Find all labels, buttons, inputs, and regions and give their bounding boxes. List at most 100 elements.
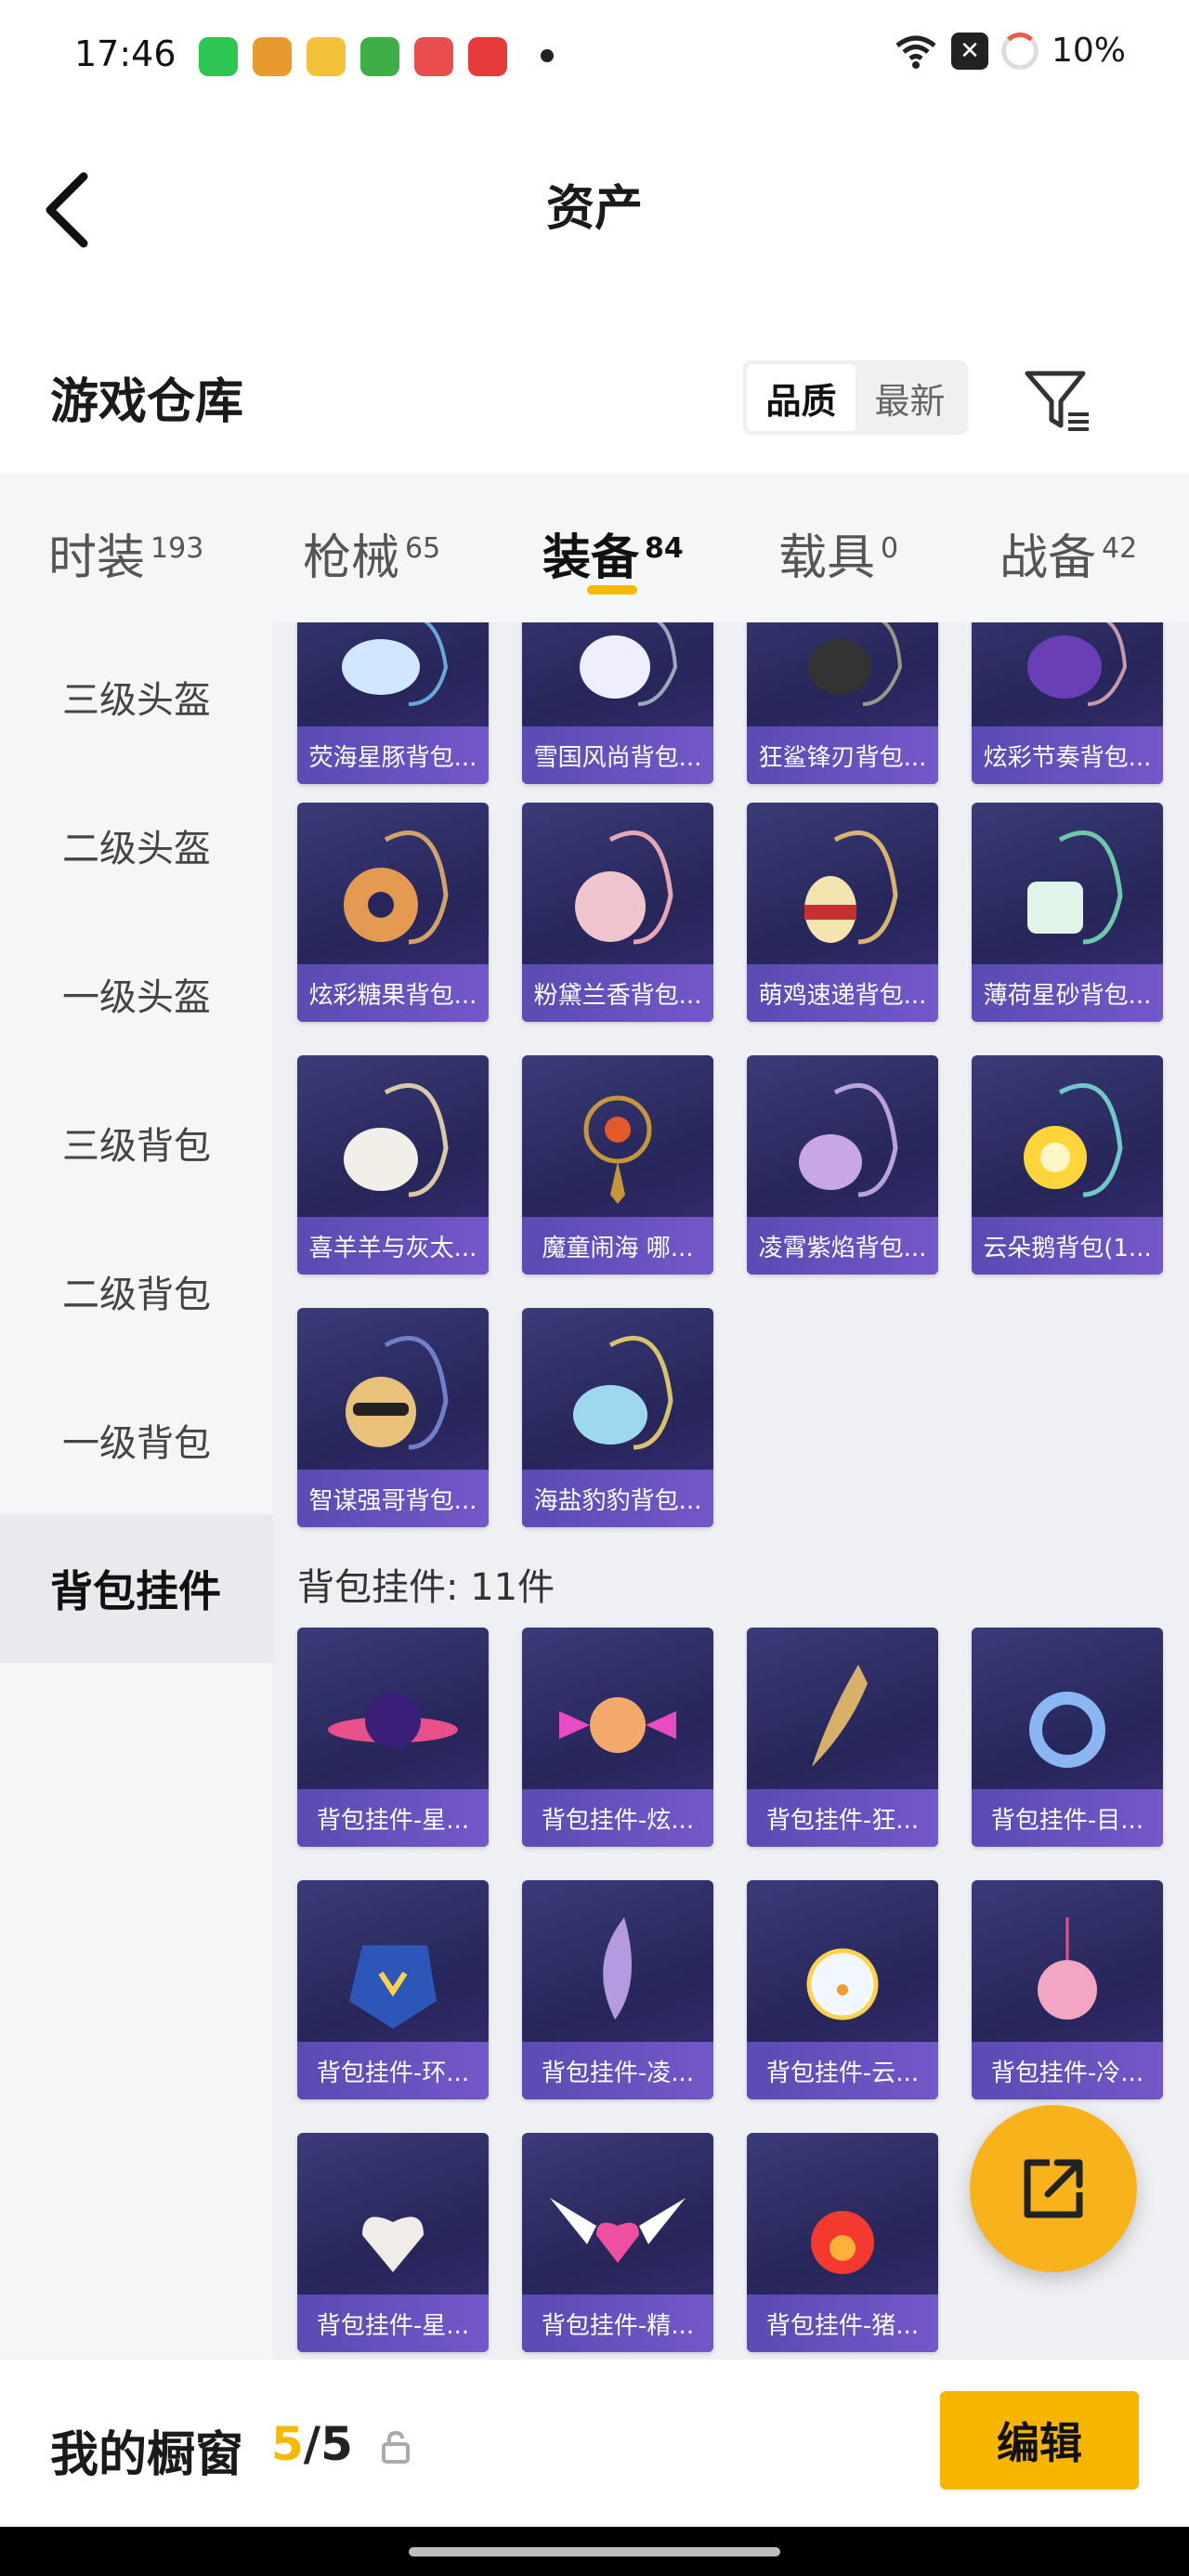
battery-level: 10% bbox=[1051, 32, 1126, 70]
edit-button[interactable]: 编辑 bbox=[940, 2391, 1139, 2490]
showcase-separator: / bbox=[303, 2417, 321, 2471]
home-indicator[interactable] bbox=[409, 2547, 780, 2556]
backpack-icon bbox=[573, 1336, 673, 1450]
pendant-icon bbox=[559, 1697, 676, 1753]
item-card[interactable]: 背包挂件-星... bbox=[297, 2133, 489, 2352]
app-notification-icon bbox=[307, 37, 346, 76]
item-card[interactable]: 薄荷星砂背包... bbox=[972, 803, 1163, 1022]
pendant-icon bbox=[1029, 1692, 1105, 1768]
sort-option-latest[interactable]: 最新 bbox=[856, 364, 964, 431]
item-card[interactable]: 背包挂件-狂... bbox=[747, 1628, 938, 1847]
backpack-icon bbox=[575, 830, 673, 945]
share-icon bbox=[1024, 2159, 1083, 2218]
pendant-icon bbox=[328, 1693, 458, 1748]
item-card[interactable]: 背包挂件-炫... bbox=[522, 1628, 713, 1847]
tab-count: 0 bbox=[881, 531, 899, 565]
pendant-icon bbox=[806, 1948, 879, 2020]
item-card[interactable]: 背包挂件-云... bbox=[747, 1880, 938, 2099]
sidebar-item-helmet-1[interactable]: 一级头盔 bbox=[0, 920, 273, 1068]
item-card[interactable]: 炫彩节奏背包... bbox=[972, 622, 1163, 784]
item-label: 粉黛兰香背包... bbox=[522, 964, 713, 1022]
section-title: 游戏仓库 bbox=[50, 374, 244, 430]
item-label: 狂鲨锋刃背包... bbox=[747, 726, 938, 784]
pendant-icon bbox=[811, 2211, 874, 2274]
showcase-total: 5 bbox=[320, 2417, 353, 2471]
pendant-icon bbox=[550, 2198, 686, 2263]
item-card[interactable]: 萌鸡速递背包... bbox=[747, 803, 938, 1022]
item-label: 炫彩糖果背包... bbox=[297, 964, 489, 1022]
status-indicators: ✕ 10% bbox=[894, 32, 1126, 70]
sort-toggle: 品质 最新 bbox=[743, 360, 968, 435]
item-card[interactable]: 背包挂件-猪... bbox=[747, 2133, 938, 2352]
tab-count: 65 bbox=[405, 531, 441, 565]
pendant-icon bbox=[362, 2216, 424, 2272]
item-label: 炫彩节奏背包... bbox=[972, 726, 1163, 784]
tab-vehicles[interactable]: 载具 0 bbox=[778, 518, 898, 588]
app-notification-icon bbox=[199, 37, 238, 76]
status-time: 17:46 bbox=[74, 33, 176, 74]
tab-firearms[interactable]: 枪械 65 bbox=[303, 518, 440, 588]
showcase-label: 我的橱窗 bbox=[50, 2427, 244, 2483]
item-label: 雪国风尚背包... bbox=[522, 726, 713, 784]
app-notification-icon bbox=[468, 37, 507, 76]
item-card[interactable]: 背包挂件-凌... bbox=[522, 1880, 713, 2099]
backpack-icon bbox=[342, 622, 449, 706]
tab-battle-gear[interactable]: 战备 42 bbox=[1000, 518, 1137, 588]
battery-icon bbox=[1000, 32, 1039, 70]
sidebar-item-backpack-pendant[interactable]: 背包挂件 bbox=[0, 1514, 273, 1663]
tab-label: 枪械 bbox=[303, 530, 400, 586]
tab-equipment[interactable]: 装备 84 bbox=[542, 518, 684, 588]
item-card[interactable]: 魔童闹海 哪... bbox=[522, 1055, 713, 1275]
item-card[interactable]: 凌霄紫焰背包... bbox=[747, 1055, 938, 1275]
share-button[interactable] bbox=[970, 2105, 1137, 2272]
item-label: 背包挂件-云... bbox=[747, 2042, 938, 2099]
tab-label: 装备 bbox=[542, 530, 640, 586]
item-label: 荧海星豚背包... bbox=[297, 726, 489, 784]
status-bar: 17:46 ✕ 10% bbox=[0, 0, 1189, 111]
item-label: 海盐豹豹背包... bbox=[522, 1470, 713, 1527]
item-card[interactable]: 炫彩糖果背包... bbox=[297, 803, 489, 1022]
item-card[interactable]: 海盐豹豹背包... bbox=[522, 1308, 713, 1527]
item-card[interactable]: 背包挂件-环... bbox=[297, 1880, 489, 2099]
backpack-icon bbox=[1027, 830, 1123, 945]
sort-option-quality[interactable]: 品质 bbox=[747, 364, 856, 431]
item-label: 背包挂件-星... bbox=[297, 1789, 489, 1847]
item-grid: 荧海星豚背包... 雪国风尚背包... 狂鲨锋刃背包... 炫彩节奏背包... … bbox=[273, 622, 1189, 2360]
sidebar-item-helmet-3[interactable]: 三级头盔 bbox=[0, 622, 273, 771]
sidebar-item-backpack-2[interactable]: 二级背包 bbox=[0, 1217, 273, 1366]
item-label: 萌鸡速递背包... bbox=[747, 964, 938, 1022]
backpack-icon bbox=[808, 622, 903, 706]
pendant-icon bbox=[603, 1917, 632, 2020]
item-card[interactable]: 喜羊羊与灰太... bbox=[297, 1055, 489, 1275]
item-card[interactable]: 雪国风尚背包... bbox=[522, 622, 713, 784]
sidebar-item-backpack-1[interactable]: 一级背包 bbox=[0, 1366, 273, 1514]
item-card[interactable]: 智谋强哥背包... bbox=[297, 1308, 489, 1527]
item-card[interactable]: 粉黛兰香背包... bbox=[522, 803, 713, 1022]
wifi-icon bbox=[895, 35, 936, 69]
active-tab-indicator bbox=[587, 585, 637, 595]
sidebar: 三级头盔 二级头盔 一级头盔 三级背包 二级背包 一级背包 背包挂件 bbox=[0, 622, 273, 2360]
item-label: 背包挂件-狂... bbox=[747, 1789, 938, 1847]
lock-icon bbox=[382, 2430, 410, 2464]
notification-icons bbox=[199, 37, 507, 76]
tab-fashion[interactable]: 时装 193 bbox=[48, 518, 203, 588]
item-label: 薄荷星砂背包... bbox=[972, 964, 1163, 1022]
item-card[interactable]: 背包挂件-冷... bbox=[972, 1880, 1163, 2099]
gesture-bar bbox=[0, 2527, 1189, 2576]
item-card[interactable]: 背包挂件-星... bbox=[297, 1628, 489, 1847]
showcase-bar: 我的橱窗 5/5 编辑 bbox=[0, 2360, 1189, 2527]
backpack-icon bbox=[804, 830, 898, 945]
item-card[interactable]: 狂鲨锋刃背包... bbox=[747, 622, 938, 784]
filter-icon[interactable] bbox=[1022, 364, 1094, 437]
item-card[interactable]: 背包挂件-目... bbox=[972, 1628, 1163, 1847]
sidebar-item-backpack-3[interactable]: 三级背包 bbox=[0, 1068, 273, 1217]
notification-dot-icon bbox=[541, 49, 554, 62]
item-card[interactable]: 背包挂件-精... bbox=[522, 2133, 713, 2352]
section-header: 游戏仓库 品质 最新 bbox=[0, 297, 1189, 474]
item-card[interactable]: 云朵鹅背包(1... bbox=[972, 1055, 1163, 1275]
sim-icon: ✕ bbox=[950, 32, 988, 70]
pendant-icon bbox=[812, 1665, 868, 1767]
item-card[interactable]: 荧海星豚背包... bbox=[297, 622, 489, 784]
app-notification-icon bbox=[414, 37, 453, 76]
sidebar-item-helmet-2[interactable]: 二级头盔 bbox=[0, 771, 273, 920]
